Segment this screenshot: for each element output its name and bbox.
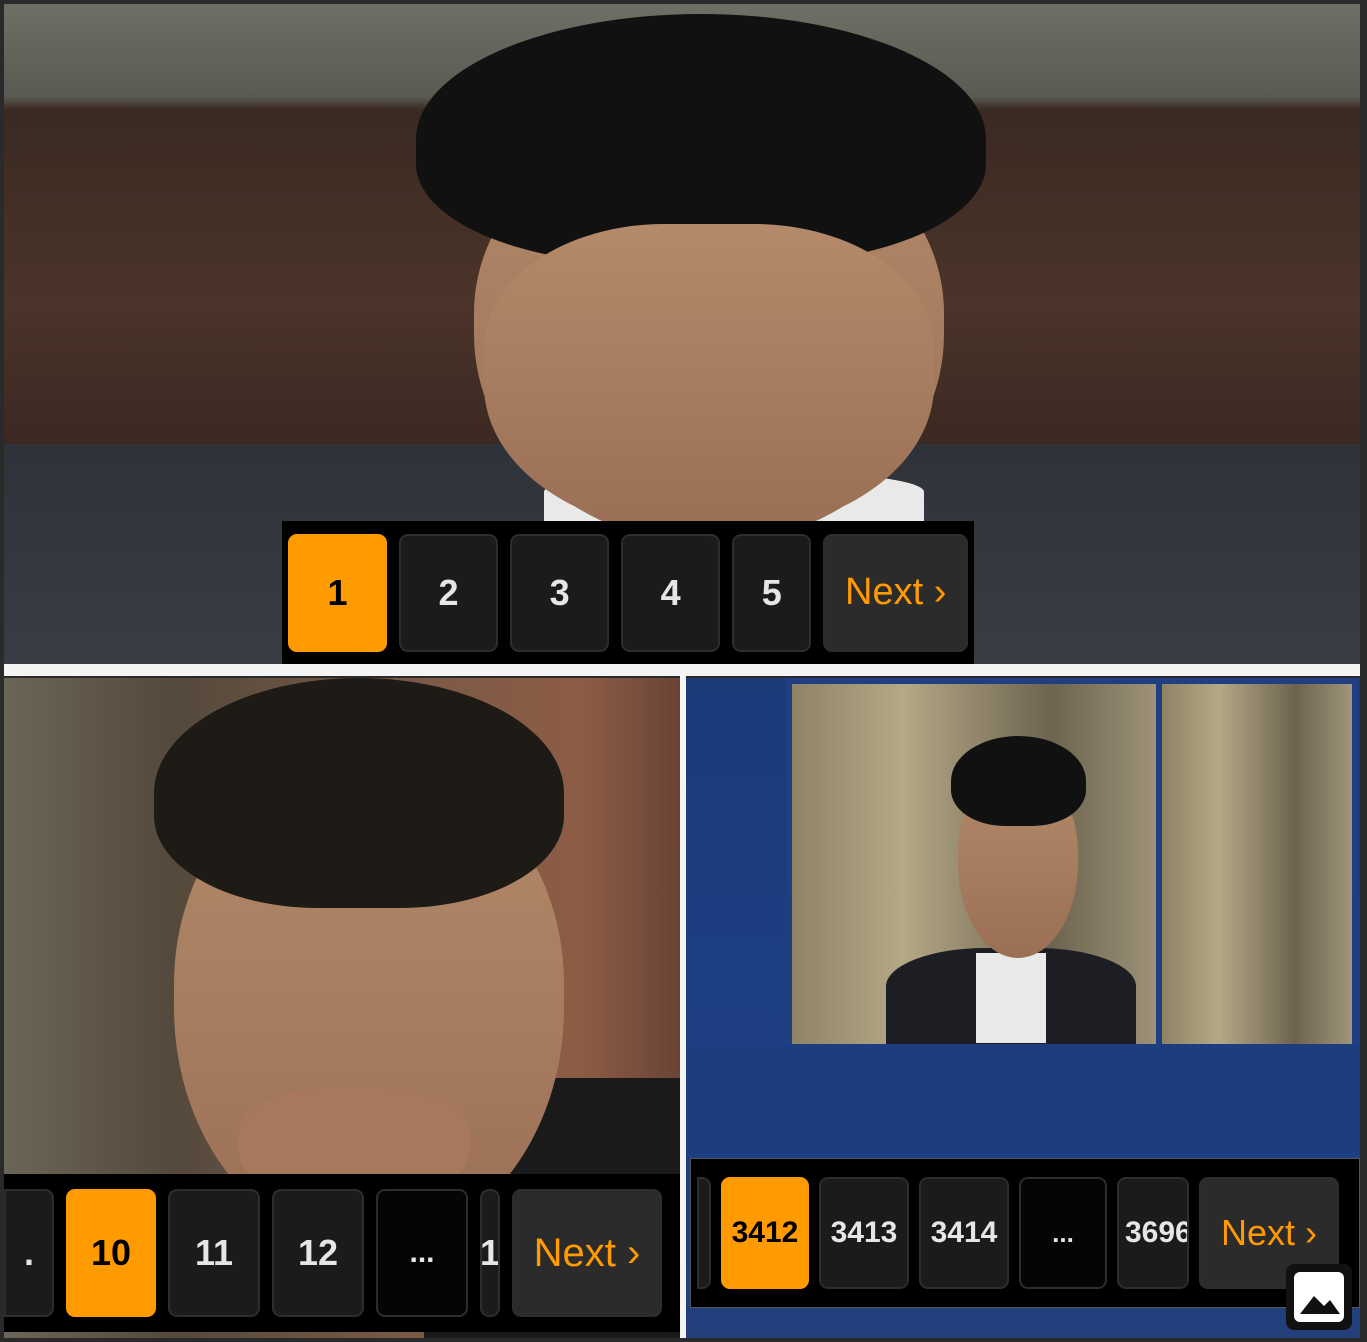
page-button-3412[interactable]: 3412	[721, 1177, 809, 1289]
page-button-5[interactable]: 5	[732, 533, 812, 652]
shirt	[976, 953, 1046, 1043]
pagination-bar-top: 1 2 3 4 5 Next ›	[282, 521, 974, 664]
page-button-11[interactable]: 11	[168, 1189, 260, 1317]
page-button-2[interactable]: 2	[399, 533, 499, 652]
page-button-3413[interactable]: 3413	[819, 1177, 909, 1289]
page-button-3[interactable]: 3	[510, 533, 610, 652]
hair	[154, 678, 564, 908]
next-button[interactable]: Next ›	[823, 533, 969, 652]
panel-divider-horizontal	[4, 664, 1360, 676]
page-button-1[interactable]: 1	[288, 533, 388, 652]
page-button-4[interactable]: 4	[621, 533, 721, 652]
page-button-3414[interactable]: 3414	[919, 1177, 1009, 1289]
blue-sill	[686, 1044, 1360, 1154]
next-button[interactable]: Next ›	[512, 1189, 662, 1317]
window-frame-right	[1156, 678, 1358, 1050]
page-button-10[interactable]: 10	[66, 1189, 156, 1317]
page-button-fragment-right[interactable]: 1	[480, 1189, 500, 1317]
page-button-fragment-left[interactable]	[697, 1177, 711, 1289]
image-icon[interactable]	[1286, 1264, 1352, 1330]
face-lower	[484, 224, 934, 534]
page-button-3696[interactable]: 3696	[1117, 1177, 1189, 1289]
pagination-bar-bottom-left: . 10 11 12 ... 1 Next ›	[4, 1174, 680, 1332]
bottom-left-panel: . 10 11 12 ... 1 Next ›	[4, 678, 680, 1338]
bottom-right-panel: 3412 3413 3414 ... 3696 Next ›	[686, 678, 1360, 1338]
hair	[951, 736, 1086, 826]
top-panel: 1 2 3 4 5 Next ›	[4, 4, 1360, 664]
page-button-fragment-left[interactable]: .	[4, 1189, 54, 1317]
ellipsis-button[interactable]: ...	[1019, 1177, 1107, 1289]
pagination-bar-bottom-right: 3412 3413 3414 ... 3696 Next ›	[690, 1158, 1360, 1308]
page-button-12[interactable]: 12	[272, 1189, 364, 1317]
ellipsis-button[interactable]: ...	[376, 1189, 468, 1317]
